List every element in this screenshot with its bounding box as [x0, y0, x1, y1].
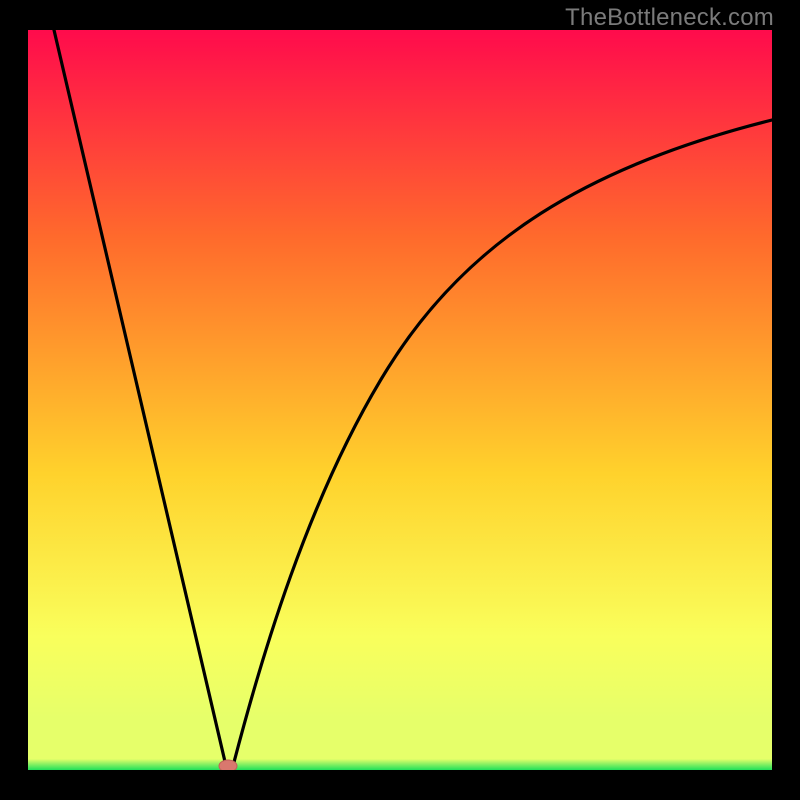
- watermark-text: TheBottleneck.com: [565, 4, 774, 32]
- chart-svg: [28, 30, 772, 770]
- minimum-marker: [219, 760, 237, 770]
- chart-frame: TheBottleneck.com: [0, 0, 800, 800]
- plot-area: [28, 30, 772, 770]
